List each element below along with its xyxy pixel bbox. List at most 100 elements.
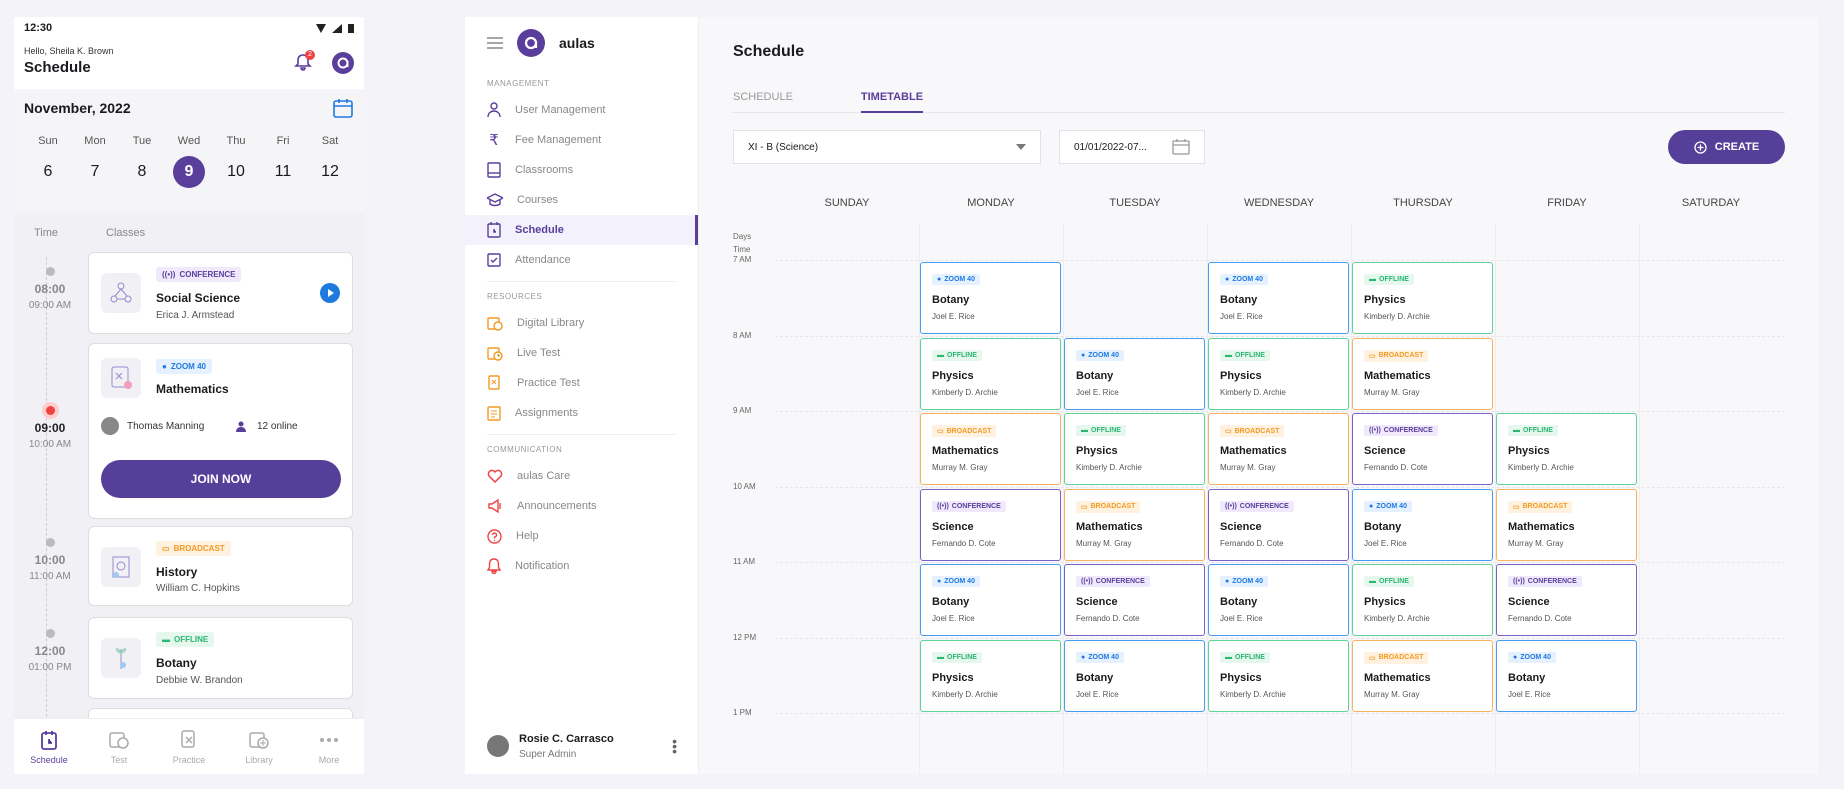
sidebar-item-attendance[interactable]: Attendance xyxy=(465,245,698,275)
class-event-card[interactable]: ▬ OFFLINE Physics Kimberly D. Archie xyxy=(1064,413,1205,485)
class-event-card[interactable]: ▭ BROADCAST Mathematics Murray M. Gray xyxy=(1352,337,1493,410)
badge-label: BROADCAST xyxy=(1234,427,1280,435)
conference-badge: ((•)) CONFERENCE xyxy=(156,267,242,282)
badge-label: OFFLINE xyxy=(947,351,977,359)
tab-more[interactable]: More xyxy=(299,729,359,765)
class-event-card[interactable]: ((•)) CONFERENCE Science Fernando D. Cote xyxy=(1352,413,1493,485)
class-event-card[interactable]: ▭ BROADCAST Mathematics Murray M. Gray xyxy=(920,413,1061,485)
class-card[interactable]: ▬ OFFLINE Botany Debbie W. Brandon xyxy=(88,617,353,699)
kebab-menu-icon[interactable]: • • • xyxy=(672,734,677,758)
user-profile[interactable]: Rosie C. Carrasco Super Admin • • • xyxy=(487,726,677,766)
day-header-monday: MONDAY xyxy=(967,197,1015,209)
play-icon[interactable] xyxy=(320,283,340,303)
event-teacher: Fernando D. Cote xyxy=(1220,538,1284,548)
class-list: Time Classes 08:00 09:00 AM 09:00 10:00 … xyxy=(14,213,364,757)
day-wed-selected[interactable]: Wed 9 xyxy=(169,135,209,188)
mode-badge: ● ZOOM 40 xyxy=(932,576,980,587)
event-teacher: Joel E. Rice xyxy=(932,614,975,623)
class-event-card[interactable]: ▭ BROADCAST Mathematics Murray M. Gray xyxy=(1064,488,1205,561)
tab-test[interactable]: Test xyxy=(89,729,149,765)
day-sun[interactable]: Sun 6 xyxy=(28,135,68,188)
notification-button[interactable]: 2 xyxy=(294,50,315,76)
class-card[interactable]: ▭ BROADCAST History William C. Hopkins xyxy=(88,526,353,606)
sidebar-item-live-test[interactable]: Live Test xyxy=(465,338,698,368)
class-event-card[interactable]: ● ZOOM 40 Botany Joel E. Rice xyxy=(1208,564,1349,636)
sidebar-item-courses[interactable]: Courses xyxy=(465,185,698,215)
tab-practice[interactable]: Practice xyxy=(159,729,219,765)
date-range-picker[interactable]: 01/01/2022-07... xyxy=(1059,130,1205,164)
tab-timetable[interactable]: TIMETABLE xyxy=(860,89,924,113)
time-label: 9 AM xyxy=(733,406,752,415)
class-event-card[interactable]: ● ZOOM 40 Botany Joel E. Rice xyxy=(1352,488,1493,561)
hamburger-menu-icon[interactable] xyxy=(487,37,503,49)
slot-end: 09:00 AM xyxy=(28,300,72,311)
class-select[interactable]: XI - B (Science) xyxy=(733,130,1041,164)
sidebar-item-user-management[interactable]: User Management xyxy=(465,95,698,125)
join-now-button[interactable]: JOIN NOW xyxy=(101,460,341,498)
sidebar-item-notification[interactable]: Notification xyxy=(465,551,698,581)
class-event-card[interactable]: ▬ OFFLINE Physics Kimberly D. Archie xyxy=(1352,262,1493,334)
day-name: Sun xyxy=(38,135,58,147)
class-event-card[interactable]: ▬ OFFLINE Physics Kimberly D. Archie xyxy=(1496,413,1637,485)
day-fri[interactable]: Fri 11 xyxy=(263,135,303,188)
sidebar-item-fee-management[interactable]: ₹ Fee Management xyxy=(465,125,698,155)
class-event-card[interactable]: ▭ BROADCAST Mathematics Murray M. Gray xyxy=(1496,488,1637,561)
create-button[interactable]: CREATE xyxy=(1668,130,1785,164)
class-event-card[interactable]: ((•)) CONFERENCE Science Fernando D. Cote xyxy=(920,488,1061,561)
day-mon[interactable]: Mon 7 xyxy=(75,135,115,188)
sidebar-item-assignments[interactable]: Assignments xyxy=(465,398,698,428)
class-event-card[interactable]: ▬ OFFLINE Physics Kimberly D. Archie xyxy=(1352,564,1493,636)
class-card-live[interactable]: ● ZOOM 40 Mathematics Thomas Manning 12 o… xyxy=(88,343,353,519)
sidebar-item-schedule[interactable]: Schedule xyxy=(465,215,698,245)
section-resources: RESOURCES xyxy=(487,292,543,301)
mobile-header: Hello, Sheila K. Brown Schedule 2 xyxy=(14,39,364,89)
mode-badge: ● ZOOM 40 xyxy=(1508,651,1556,663)
class-event-card[interactable]: ((•)) CONFERENCE Science Fernando D. Cote xyxy=(1208,488,1349,561)
event-teacher: Kimberly D. Archie xyxy=(1364,312,1430,321)
class-event-card[interactable]: ● ZOOM 40 Botany Joel E. Rice xyxy=(1208,262,1349,334)
aulas-logo[interactable] xyxy=(332,52,354,74)
class-event-card[interactable]: ▬ OFFLINE Physics Kimberly D. Archie xyxy=(1208,639,1349,712)
day-tue[interactable]: Tue 8 xyxy=(122,135,162,188)
badge-label: ZOOM 40 xyxy=(1088,653,1119,661)
tab-library[interactable]: Library xyxy=(229,729,289,765)
sidebar-item-label: Courses xyxy=(517,194,558,206)
event-title: Science xyxy=(1220,520,1262,533)
tab-schedule[interactable]: SCHEDULE xyxy=(733,89,793,113)
class-event-card[interactable]: ▭ BROADCAST Mathematics Murray M. Gray xyxy=(1352,639,1493,712)
time-slot: 10:00 11:00 AM xyxy=(24,538,76,582)
sidebar-item-practice-test[interactable]: Practice Test xyxy=(465,368,698,398)
class-event-card[interactable]: ▭ BROADCAST Mathematics Murray M. Gray xyxy=(1208,413,1349,485)
class-card[interactable]: ((•)) CONFERENCE Social Science Erica J. … xyxy=(88,252,353,334)
mode-badge: ((•)) CONFERENCE xyxy=(932,500,1006,512)
mode-badge: ▬ OFFLINE xyxy=(1076,425,1126,436)
sidebar-item-announcements[interactable]: Announcements xyxy=(465,491,698,521)
clock-icon xyxy=(45,538,55,547)
class-event-card[interactable]: ● ZOOM 40 Botany Joel E. Rice xyxy=(920,262,1061,334)
slot-time: 10:00 xyxy=(34,553,66,567)
class-event-card[interactable]: ● ZOOM 40 Botany Joel E. Rice xyxy=(1064,337,1205,410)
class-event-card[interactable]: ((•)) CONFERENCE Science Fernando D. Cote xyxy=(1496,564,1637,636)
day-sat[interactable]: Sat 12 xyxy=(310,135,350,188)
cast-icon: ▭ xyxy=(1513,503,1520,511)
class-event-card[interactable]: ● ZOOM 40 Botany Joel E. Rice xyxy=(1064,639,1205,712)
sidebar-item-label: Fee Management xyxy=(515,134,602,146)
class-event-card[interactable]: ● ZOOM 40 Botany Joel E. Rice xyxy=(920,564,1061,636)
sidebar-item-help[interactable]: Help xyxy=(465,521,698,551)
class-event-card[interactable]: ((•)) CONFERENCE Science Fernando D. Cote xyxy=(1064,564,1205,636)
class-event-card[interactable]: ▬ OFFLINE Physics Kimberly D. Archie xyxy=(920,337,1061,410)
day-thu[interactable]: Thu 10 xyxy=(216,135,256,188)
class-event-card[interactable]: ▬ OFFLINE Physics Kimberly D. Archie xyxy=(1208,337,1349,410)
cast-icon: ▭ xyxy=(937,428,944,435)
clock-icon xyxy=(45,629,55,638)
sidebar-item-classrooms[interactable]: Classrooms xyxy=(465,155,698,185)
tab-label: More xyxy=(318,754,340,765)
sidebar-item-aulas-care[interactable]: aulas Care xyxy=(465,461,698,491)
class-event-card[interactable]: ● ZOOM 40 Botany Joel E. Rice xyxy=(1496,639,1637,712)
calendar-icon[interactable] xyxy=(332,97,354,119)
event-teacher: Murray M. Gray xyxy=(1220,463,1276,472)
sidebar-item-digital-library[interactable]: Digital Library xyxy=(465,308,698,338)
class-event-card[interactable]: ▬ OFFLINE Physics Kimberly D. Archie xyxy=(920,639,1061,712)
event-title: Botany xyxy=(1076,671,1114,684)
tab-schedule[interactable]: Schedule xyxy=(19,729,79,765)
